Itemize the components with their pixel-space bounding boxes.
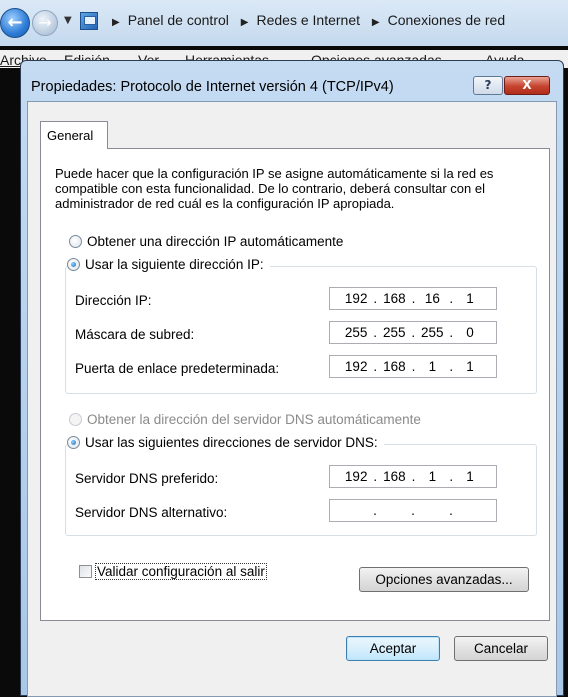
ip-auto-option[interactable]: Obtener una dirección IP automáticamente	[69, 234, 343, 249]
breadcrumb-item-panel[interactable]: Panel de control	[128, 12, 229, 28]
dns-group-box	[65, 444, 537, 536]
validate-option[interactable]: Validar configuración al salir	[79, 563, 267, 580]
dns-auto-radio[interactable]	[69, 413, 82, 426]
forward-arrow-icon[interactable]: →	[32, 10, 58, 36]
dns-manual-radio[interactable]	[67, 436, 80, 449]
breadcrumb-item-conexiones[interactable]: Conexiones de red	[388, 12, 506, 28]
ip-manual-label: Usar la siguiente dirección IP:	[85, 257, 264, 272]
tab-general[interactable]: General	[40, 121, 108, 149]
dns-alternate-label: Servidor DNS alternativo:	[75, 505, 228, 520]
dns-auto-label: Obtener la dirección del servidor DNS au…	[87, 412, 421, 427]
ip-auto-radio[interactable]	[69, 235, 82, 248]
close-button[interactable]: X	[504, 76, 550, 95]
back-arrow-icon[interactable]: ←	[0, 8, 30, 38]
ip-auto-label: Obtener una dirección IP automáticamente	[87, 234, 344, 249]
dns-manual-option[interactable]: Usar las siguientes direcciones de servi…	[67, 435, 384, 450]
dns-preferred-field[interactable]: 192. 168. 1. 1	[329, 465, 497, 488]
subnet-mask-field[interactable]: 255. 255. 255. 0	[329, 321, 497, 344]
ip-address-field[interactable]: 192. 168. 16. 1	[329, 287, 497, 310]
ip-address-label: Dirección IP:	[75, 293, 152, 308]
dns-auto-option[interactable]: Obtener la dirección del servidor DNS au…	[69, 412, 421, 427]
gateway-field[interactable]: 192. 168. 1. 1	[329, 355, 497, 378]
help-button[interactable]: ?	[473, 76, 503, 95]
validate-checkbox[interactable]	[79, 565, 92, 578]
general-tab-panel: Puede hacer que la configuración IP se a…	[40, 148, 550, 621]
cancel-button[interactable]: Cancelar	[454, 636, 548, 661]
dialog-client-area: General Puede hacer que la configuración…	[27, 101, 557, 697]
control-panel-icon	[80, 12, 98, 30]
breadcrumb: ▶ Panel de control ▶ Redes e Internet ▶ Con…	[112, 12, 506, 28]
tcpip-properties-dialog: Propiedades: Protocolo de Internet versi…	[20, 60, 564, 697]
advanced-options-button[interactable]: Opciones avanzadas...	[359, 567, 529, 592]
validate-label: Validar configuración al salir	[95, 563, 267, 580]
gateway-label: Puerta de enlace predeterminada:	[75, 361, 280, 376]
recent-pages-dropdown-icon[interactable]: ▼	[64, 15, 72, 26]
explorer-address-bar: ← → ▼ ▶ Panel de control ▶ Redes e Interne…	[0, 0, 568, 46]
dns-alternate-field[interactable]: . . .	[329, 499, 497, 522]
breadcrumb-item-redes[interactable]: Redes e Internet	[256, 12, 360, 28]
subnet-mask-label: Máscara de subred:	[75, 327, 195, 342]
dns-manual-label: Usar las siguientes direcciones de servi…	[85, 435, 378, 450]
dns-preferred-label: Servidor DNS preferido:	[75, 471, 219, 486]
description-text: Puede hacer que la configuración IP se a…	[55, 166, 494, 211]
ok-button[interactable]: Aceptar	[346, 636, 440, 661]
dialog-title: Propiedades: Protocolo de Internet versi…	[31, 79, 394, 95]
ip-manual-radio[interactable]	[67, 258, 80, 271]
ip-manual-option[interactable]: Usar la siguiente dirección IP:	[67, 257, 270, 272]
